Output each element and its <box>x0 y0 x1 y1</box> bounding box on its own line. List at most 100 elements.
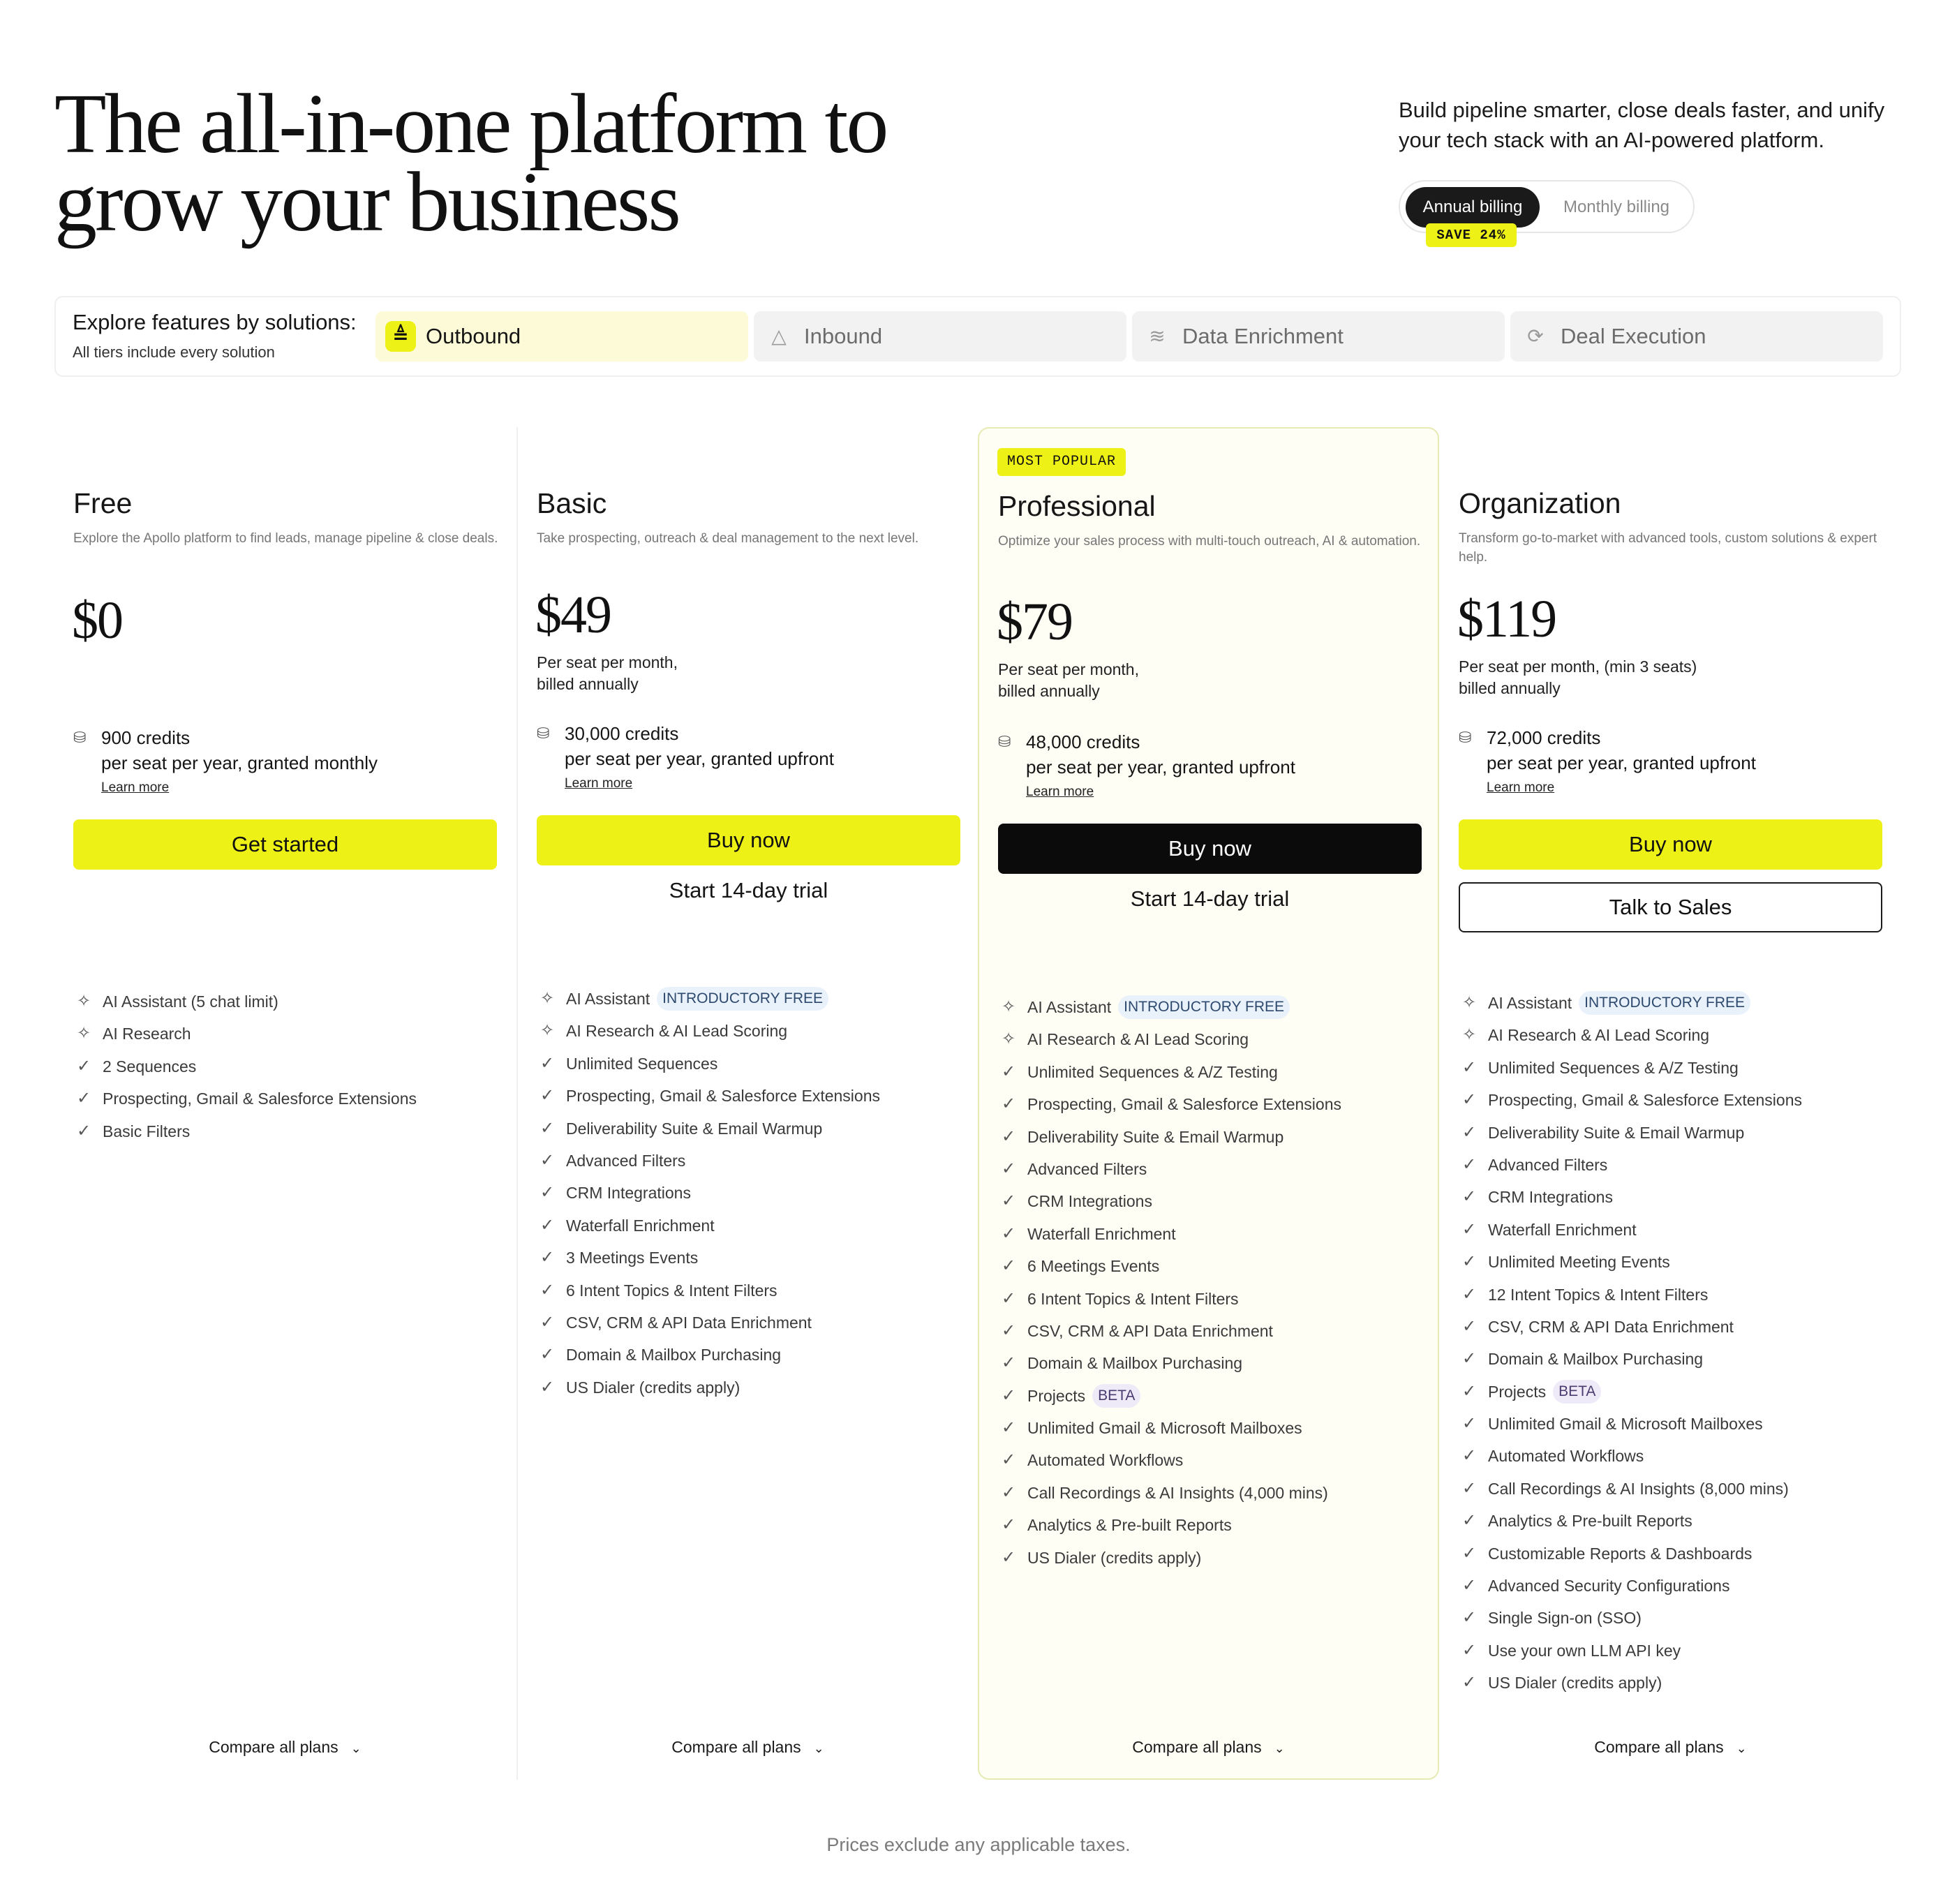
check-icon: ✓ <box>1001 1159 1016 1178</box>
check-icon: ✓ <box>1461 1219 1477 1239</box>
annual-billing-option[interactable]: Annual billing <box>1406 187 1540 228</box>
sparkle-icon: ✧ <box>1461 1025 1477 1045</box>
deal-execution-icon: ⟳ <box>1527 325 1544 347</box>
feature-item: ✓ Prospecting, Gmail & Salesforce Extensi… <box>1459 1084 1891 1116</box>
feature-label: 3 Meetings Events <box>566 1249 699 1267</box>
page-subtitle: Build pipeline smarter, close deals fast… <box>1399 98 1885 152</box>
monthly-billing-option[interactable]: Monthly billing <box>1547 187 1686 228</box>
feature-label: Domain & Mailbox Purchasing <box>566 1346 782 1364</box>
feature-item: ✓ Single Sign-on (SSO) <box>1459 1602 1891 1634</box>
feature-item: ✧ AI Assistant INTRODUCTORY FREE <box>998 991 1431 1023</box>
get-started-button[interactable]: Get started <box>73 819 497 870</box>
check-icon: ✓ <box>540 1280 555 1300</box>
check-icon: ✓ <box>1461 1057 1477 1077</box>
billing-line-2: billed annually <box>998 682 1100 700</box>
feature-item: ✓ CSV, CRM & API Data Enrichment <box>998 1315 1431 1347</box>
billing-line-2: billed annually <box>537 675 639 693</box>
compare-label: Compare all plans <box>1132 1738 1262 1756</box>
plan-name: Basic <box>537 487 607 519</box>
feature-label: AI Assistant (5 chat limit) <box>103 992 278 1011</box>
check-icon: ✓ <box>1001 1353 1016 1373</box>
compare-plans-link[interactable]: Compare all plans ⌄ <box>54 1738 516 1757</box>
buy-now-button[interactable]: Buy now <box>998 824 1422 874</box>
feature-label: Waterfall Enrichment <box>1488 1220 1637 1239</box>
start-trial-link[interactable]: Start 14-day trial <box>998 886 1422 912</box>
introductory-free-badge: INTRODUCTORY FREE <box>1118 995 1290 1019</box>
page-title-line-2: grow your business <box>54 155 681 249</box>
sparkle-icon: ✧ <box>1461 993 1477 1012</box>
buy-now-button[interactable]: Buy now <box>1459 819 1882 870</box>
feature-item: ✓ CSV, CRM & API Data Enrichment <box>1459 1311 1891 1343</box>
feature-item: ✓ Domain & Mailbox Purchasing <box>1459 1343 1891 1375</box>
feature-label: Advanced Security Configurations <box>1488 1577 1730 1596</box>
tab-data-enrichment[interactable]: ≋ Data Enrichment <box>1132 311 1505 362</box>
credits-amount: 30,000 credits <box>565 723 679 744</box>
check-icon: ✓ <box>540 1053 555 1073</box>
learn-more-link[interactable]: Learn more <box>565 776 632 791</box>
feature-label: Advanced Filters <box>1488 1155 1608 1174</box>
learn-more-link[interactable]: Learn more <box>101 780 169 796</box>
sparkle-icon: ✧ <box>1001 997 1016 1016</box>
feature-item: ✓ Unlimited Gmail & Microsoft Mailboxes <box>1459 1408 1891 1440</box>
feature-label: Prospecting, Gmail & Salesforce Extensio… <box>1027 1095 1341 1114</box>
feature-list: ✧ AI Assistant INTRODUCTORY FREE ✧ AI Resear… <box>1459 987 1891 1700</box>
start-trial-link[interactable]: Start 14-day trial <box>537 878 960 903</box>
feature-label: CSV, CRM & API Data Enrichment <box>1027 1321 1273 1340</box>
credits-detail: per seat per year, granted upfront <box>565 748 834 769</box>
billing-line-2: billed annually <box>1459 679 1561 697</box>
feature-label: AI Research & AI Lead Scoring <box>1027 1030 1249 1049</box>
feature-item: ✓ Analytics & Pre-built Reports <box>998 1509 1431 1541</box>
feature-item: ✓ Call Recordings & AI Insights (4,000 mi… <box>998 1477 1431 1509</box>
credits-amount: 72,000 credits <box>1487 727 1601 748</box>
feature-item: ✓ 12 Intent Topics & Intent Filters <box>1459 1279 1891 1311</box>
plan-billing-terms: Per seat per month, (min 3 seats) billed… <box>1459 656 1877 699</box>
compare-plans-link[interactable]: Compare all plans ⌄ <box>1440 1738 1901 1757</box>
compare-label: Compare all plans <box>1594 1738 1724 1756</box>
check-icon: ✓ <box>1461 1381 1477 1401</box>
feature-label: CRM Integrations <box>1027 1192 1152 1211</box>
feature-list: ✧ AI Assistant (5 chat limit) ✧ AI Research… <box>73 986 506 1147</box>
feature-item: ✓ Advanced Filters <box>998 1153 1431 1185</box>
feature-label: US Dialer (credits apply) <box>566 1378 741 1397</box>
talk-to-sales-button[interactable]: Talk to Sales <box>1459 882 1882 932</box>
sparkle-icon: ✧ <box>76 1024 91 1043</box>
feature-label: Call Recordings & AI Insights (4,000 min… <box>1027 1483 1328 1502</box>
billing-line-1: Per seat per month, (min 3 seats) <box>1459 657 1697 676</box>
feature-item: ✧ AI Research & AI Lead Scoring <box>1459 1019 1891 1051</box>
feature-item: ✓ Deliverability Suite & Email Warmup <box>1459 1117 1891 1149</box>
feature-item: ✓ CRM Integrations <box>537 1177 969 1209</box>
feature-label: AI Research & AI Lead Scoring <box>1488 1026 1710 1045</box>
feature-item: ✧ AI Research & AI Lead Scoring <box>537 1015 969 1047</box>
feature-label: US Dialer (credits apply) <box>1488 1674 1662 1693</box>
feature-label: Unlimited Sequences & A/Z Testing <box>1027 1062 1278 1081</box>
feature-label: Unlimited Sequences & A/Z Testing <box>1488 1058 1739 1077</box>
feature-label: AI Research & AI Lead Scoring <box>566 1022 788 1041</box>
check-icon: ✓ <box>1461 1414 1477 1434</box>
feature-item: ✓ US Dialer (credits apply) <box>998 1542 1431 1574</box>
feature-label: Deliverability Suite & Email Warmup <box>566 1119 823 1138</box>
feature-item: ✓ Unlimited Meeting Events <box>1459 1246 1891 1278</box>
credits-detail: per seat per year, granted monthly <box>101 752 378 773</box>
feature-label: 6 Intent Topics & Intent Filters <box>566 1281 777 1300</box>
feature-label: Domain & Mailbox Purchasing <box>1488 1350 1704 1369</box>
feature-label: 12 Intent Topics & Intent Filters <box>1488 1285 1709 1304</box>
check-icon: ✓ <box>1461 1154 1477 1174</box>
compare-plans-link[interactable]: Compare all plans ⌄ <box>979 1738 1438 1757</box>
compare-plans-link[interactable]: Compare all plans ⌄ <box>518 1738 978 1757</box>
learn-more-link[interactable]: Learn more <box>1026 784 1094 800</box>
tab-outbound[interactable]: ≜ Outbound <box>375 311 748 362</box>
beta-badge: BETA <box>1553 1379 1602 1404</box>
feature-item: ✓ Deliverability Suite & Email Warmup <box>998 1121 1431 1153</box>
learn-more-link[interactable]: Learn more <box>1487 780 1554 796</box>
buy-now-button[interactable]: Buy now <box>537 815 960 865</box>
tab-inbound[interactable]: △ Inbound <box>754 311 1126 362</box>
plan-card-basic: Basic Take prospecting, outreach & deal … <box>516 427 978 1780</box>
feature-label: AI Assistant <box>1027 998 1112 1016</box>
tab-deal-execution[interactable]: ⟳ Deal Execution <box>1510 311 1883 362</box>
feature-item: ✓ Domain & Mailbox Purchasing <box>537 1339 969 1371</box>
feature-item: ✓ Unlimited Sequences & A/Z Testing <box>998 1056 1431 1088</box>
plan-description: Transform go-to-market with advanced too… <box>1459 531 1877 565</box>
sparkle-icon: ✧ <box>76 992 91 1011</box>
feature-item: ✓ Customizable Reports & Dashboards <box>1459 1538 1891 1570</box>
sparkle-icon: ✧ <box>1001 1029 1016 1049</box>
